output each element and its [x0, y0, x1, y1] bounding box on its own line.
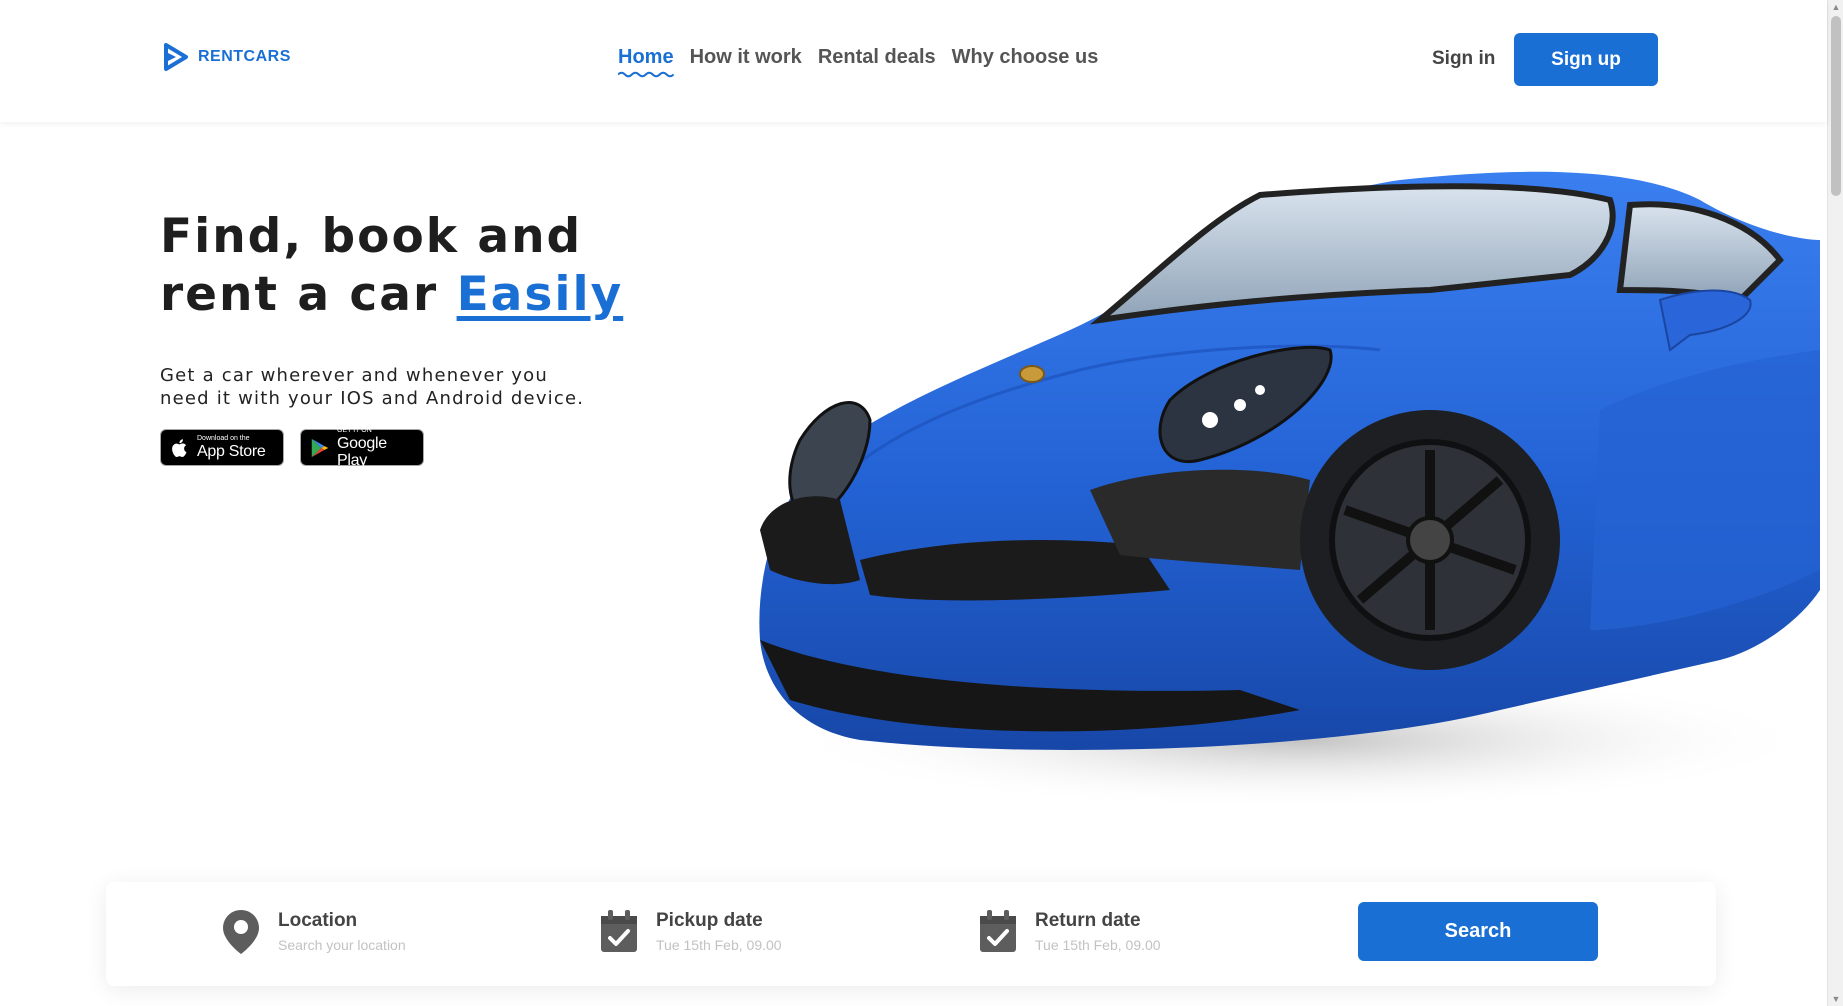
top-navbar: RENTCARS Home How it work Rental deals W… [0, 0, 1827, 122]
scroll-thumb[interactable] [1831, 16, 1841, 196]
search-button[interactable]: Search [1358, 902, 1598, 961]
return-label: Return date [1035, 910, 1141, 931]
return-date-field[interactable]: Return date Tue 15th Feb, 09.00 [977, 908, 1161, 956]
app-store-text: Download on the App Store [197, 435, 266, 460]
google-play-text: GET IT ON Google Play [337, 427, 413, 469]
nav-home[interactable]: Home [618, 46, 674, 78]
nav-home-label: Home [618, 46, 674, 68]
pickup-label: Pickup date [656, 910, 763, 931]
hero-title-accent: Easily [456, 267, 624, 322]
pickup-value: Tue 15th Feb, 09.00 [656, 937, 782, 953]
location-field[interactable]: Location Search your location [220, 908, 406, 956]
nav-how-it-work[interactable]: How it work [690, 46, 802, 69]
hero-title: Find, book and rent a car Easily [160, 208, 623, 324]
page: RENTCARS Home How it work Rental deals W… [0, 0, 1843, 1006]
return-value: Tue 15th Feb, 09.00 [1035, 937, 1161, 953]
logo-icon [164, 43, 188, 71]
sign-up-button[interactable]: Sign up [1514, 33, 1658, 86]
google-play-button[interactable]: GET IT ON Google Play [300, 427, 424, 469]
apple-icon [172, 438, 187, 457]
return-text: Return date Tue 15th Feb, 09.00 [1035, 908, 1161, 954]
car-side-window [1616, 201, 1784, 304]
scrollbar[interactable]: ▲ ▼ [1827, 0, 1843, 1006]
location-label: Location [278, 910, 358, 931]
hero-title-line1: Find, book and [160, 209, 583, 264]
calendar-check-icon [980, 910, 1016, 952]
app-store-small: Download on the [197, 435, 250, 442]
hero-subtitle: Get a car wherever and whenever you need… [160, 365, 585, 409]
nav-why-choose-us[interactable]: Why choose us [952, 46, 1099, 69]
app-store-big: App Store [197, 443, 266, 460]
active-underline [618, 71, 674, 78]
pickup-date-field[interactable]: Pickup date Tue 15th Feb, 09.00 [598, 908, 782, 956]
app-store-button[interactable]: Download on the App Store [160, 429, 284, 466]
scroll-down-arrow-icon[interactable]: ▼ [1831, 994, 1841, 1004]
scroll-up-arrow-icon[interactable]: ▲ [1831, 2, 1841, 12]
sign-in-link[interactable]: Sign in [1432, 48, 1495, 70]
search-bar: Location Search your location Pickup dat… [106, 882, 1716, 986]
main-nav: Home How it work Rental deals Why choose… [618, 46, 1099, 78]
location-text: Location Search your location [278, 908, 406, 954]
hero-title-line2: rent a car [160, 267, 439, 322]
car-badge [1019, 365, 1045, 383]
location-placeholder: Search your location [278, 937, 406, 953]
logo-text: RENTCARS [198, 48, 291, 65]
map-pin-icon [223, 910, 259, 954]
logo[interactable]: RENTCARS [162, 42, 291, 72]
hero-car-image [759, 171, 1820, 810]
calendar-check-icon [601, 910, 637, 952]
nav-rental-deals[interactable]: Rental deals [818, 46, 936, 69]
google-play-big: Google Play [337, 434, 387, 469]
google-play-icon [311, 438, 329, 457]
google-play-small: GET IT ON [337, 426, 372, 434]
pickup-text: Pickup date Tue 15th Feb, 09.00 [656, 908, 782, 954]
